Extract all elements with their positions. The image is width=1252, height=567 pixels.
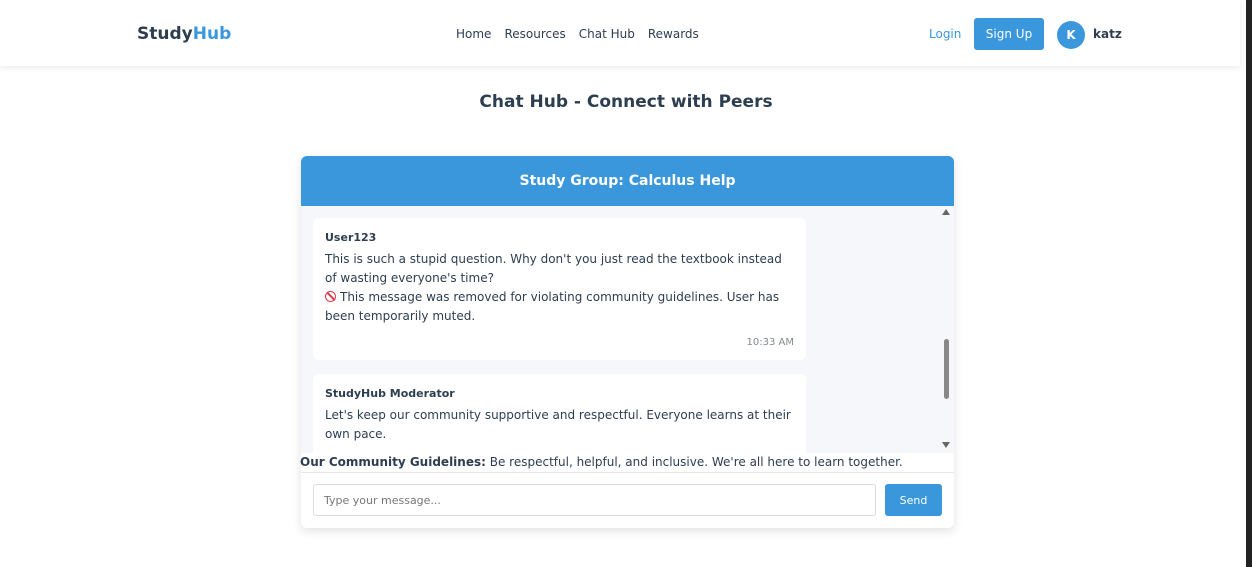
- scroll-thumb[interactable]: [944, 339, 949, 399]
- message-text: This is such a stupid question. Why don'…: [325, 252, 782, 285]
- removed-notice: This message was removed for violating c…: [325, 288, 794, 326]
- top-navbar: StudyHub Home Resources Chat Hub Rewards…: [0, 0, 1240, 66]
- send-button[interactable]: Send: [885, 484, 942, 516]
- scroll-up-arrow-icon[interactable]: [942, 209, 950, 215]
- nav-link-rewards[interactable]: Rewards: [648, 27, 699, 41]
- chat-group-title: Study Group: Calculus Help: [519, 173, 736, 189]
- avatar[interactable]: K: [1057, 21, 1085, 49]
- removed-notice-text: This message was removed for violating c…: [325, 290, 780, 323]
- message-list[interactable]: User123 This is such a stupid question. …: [301, 206, 954, 453]
- chat-group-header: Study Group: Calculus Help: [301, 156, 954, 206]
- guidelines-text: Be respectful, helpful, and inclusive. W…: [485, 455, 903, 469]
- community-guidelines: Our Community Guidelines: Be respectful,…: [300, 455, 903, 469]
- message-input[interactable]: [313, 484, 876, 516]
- nav-links: Home Resources Chat Hub Rewards: [456, 27, 699, 41]
- guidelines-label: Our Community Guidelines:: [300, 455, 486, 469]
- window-edge: [1246, 0, 1252, 567]
- message-card: StudyHub Moderator Let's keep our commun…: [313, 374, 806, 453]
- brand-text-study: Study: [137, 24, 193, 44]
- nav-link-chat-hub[interactable]: Chat Hub: [579, 27, 635, 41]
- page-title: Chat Hub - Connect with Peers: [479, 92, 773, 112]
- message-list-scrollbar[interactable]: [940, 206, 952, 453]
- message-author: User123: [325, 231, 377, 244]
- nav-link-resources[interactable]: Resources: [504, 27, 565, 41]
- sign-up-button[interactable]: Sign Up: [974, 18, 1044, 50]
- username[interactable]: katz: [1093, 27, 1122, 41]
- scroll-down-arrow-icon[interactable]: [942, 442, 950, 448]
- login-link[interactable]: Login: [929, 27, 961, 41]
- message-author: StudyHub Moderator: [325, 387, 455, 400]
- input-divider: [301, 472, 954, 473]
- message-timestamp: 10:33 AM: [746, 337, 794, 348]
- message-text: Let's keep our community supportive and …: [325, 408, 791, 441]
- brand-text-hub: Hub: [192, 24, 232, 44]
- ban-icon: [325, 291, 336, 302]
- nav-link-home[interactable]: Home: [456, 27, 491, 41]
- brand-logo[interactable]: StudyHub: [137, 24, 231, 44]
- message-card: User123 This is such a stupid question. …: [313, 218, 806, 360]
